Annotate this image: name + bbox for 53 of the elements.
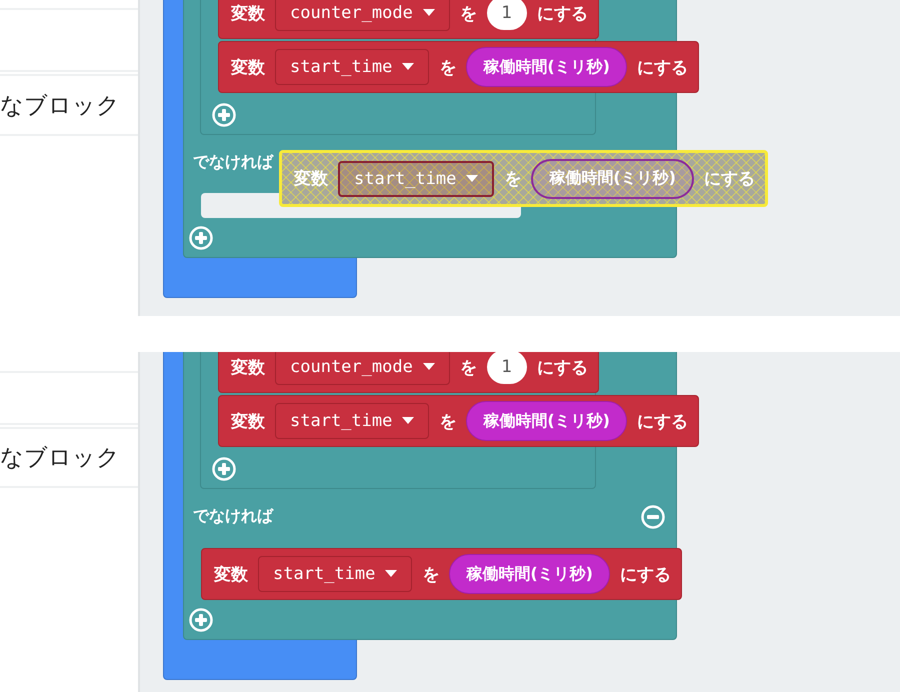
block-label: 変数: [231, 56, 265, 78]
block-label: にする: [636, 410, 688, 432]
set-variable-block[interactable]: 変数 counter_mode を 1 にする: [218, 0, 599, 39]
block-label: 変数: [214, 564, 248, 586]
caret-icon: [422, 363, 435, 371]
number-input[interactable]: 1: [486, 352, 527, 384]
variable-dropdown[interactable]: start_time: [275, 403, 430, 439]
add-icon[interactable]: [212, 457, 236, 481]
block-label: にする: [536, 356, 588, 378]
add-icon[interactable]: [212, 103, 236, 127]
toolbox-category[interactable]: なブロック: [0, 90, 120, 120]
variable-dropdown[interactable]: start_time: [338, 160, 494, 196]
variable-dropdown[interactable]: start_time: [275, 49, 430, 85]
reporter-block[interactable]: 稼働時間(ミリ秒): [466, 47, 627, 87]
set-variable-block[interactable]: 変数 start_time を 稼働時間(ミリ秒) にする: [218, 395, 699, 447]
block-label: を: [460, 356, 477, 378]
variable-dropdown[interactable]: start_time: [258, 556, 412, 592]
block-label: 変数: [231, 356, 265, 378]
block-label: にする: [704, 168, 755, 190]
block-label: を: [439, 56, 456, 78]
add-icon[interactable]: [189, 226, 213, 250]
set-variable-block[interactable]: 変数 start_time を 稼働時間(ミリ秒) にする: [201, 548, 682, 600]
block-label: を: [422, 564, 440, 586]
caret-icon: [466, 174, 478, 182]
variable-dropdown[interactable]: counter_mode: [275, 0, 450, 31]
caret-icon: [402, 417, 414, 425]
reporter-block[interactable]: 稼働時間(ミリ秒): [466, 401, 627, 441]
toolbox-row[interactable]: なブロック: [0, 427, 138, 488]
block-label: にする: [620, 564, 671, 586]
block-label: を: [504, 168, 522, 190]
toolbox-row[interactable]: なブロック: [0, 74, 138, 136]
block-label: 変数: [231, 2, 265, 24]
reporter-block[interactable]: 稼働時間(ミリ秒): [449, 554, 610, 594]
else-label: でなければ: [193, 506, 273, 527]
add-icon[interactable]: [189, 608, 213, 632]
caret-icon: [402, 63, 414, 71]
set-variable-block[interactable]: 変数 start_time を 稼働時間(ミリ秒) にする: [218, 41, 699, 93]
block-label: を: [460, 2, 477, 24]
else-label: でなければ: [193, 152, 273, 173]
block-label: 変数: [294, 168, 328, 190]
block-label: にする: [536, 2, 588, 24]
remove-icon[interactable]: [641, 504, 665, 528]
block-label: 変数: [231, 410, 265, 432]
caret-icon: [385, 570, 398, 578]
number-input[interactable]: 1: [486, 0, 527, 30]
block-label: にする: [636, 56, 688, 78]
caret-icon: [422, 9, 435, 17]
dragged-block[interactable]: 変数 start_time を 稼働時間(ミリ秒) にする: [279, 150, 768, 207]
set-variable-block[interactable]: 変数 counter_mode を 1 にする: [218, 352, 599, 393]
block-label: を: [439, 410, 456, 432]
variable-dropdown[interactable]: counter_mode: [275, 352, 450, 385]
reporter-block[interactable]: 稼働時間(ミリ秒): [531, 158, 694, 198]
toolbox-category[interactable]: なブロック: [0, 442, 120, 473]
